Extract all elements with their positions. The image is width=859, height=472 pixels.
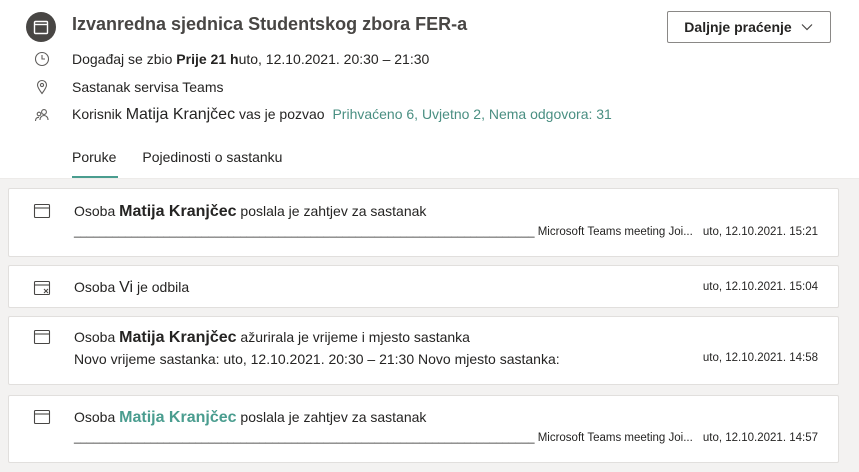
message-action: poslala je zahtjev za sastanak <box>236 203 427 219</box>
message-action: poslala je zahtjev za sastanak <box>236 409 427 425</box>
message-timestamp: uto, 12.10.2021. 14:57 <box>702 432 818 444</box>
calendar-declined-icon <box>33 280 51 296</box>
clock-icon <box>33 50 51 68</box>
meeting-time: Događaj se zbio Prije 21 huto, 12.10.202… <box>72 51 429 67</box>
time-prefix: Događaj se zbio <box>72 51 177 67</box>
message-prefix: Osoba <box>74 409 120 425</box>
calendar-icon <box>33 203 51 219</box>
meeting-organizer: Korisnik Matija Kranjčec vas je pozvao P… <box>72 106 612 124</box>
message-action: je odbila <box>133 279 190 295</box>
rsvp-summary-link[interactable]: Prihvaćeno 6, Uvjetno 2, Nema odgovora: … <box>332 106 611 122</box>
time-relative: Prije 21 h <box>176 51 239 67</box>
message-actor[interactable]: Vi <box>119 279 133 296</box>
follow-button-label: Daljnje praćenje <box>684 19 792 35</box>
organizer-name[interactable]: Matija Kranjčec <box>126 106 235 123</box>
message-card[interactable]: Osoba Vi je odbila uto, 12.10.2021. 15:0… <box>8 265 839 308</box>
tab-messages[interactable]: Poruke <box>72 144 119 178</box>
message-summary: Osoba Matija Kranjčec ažurirala je vrije… <box>74 329 470 347</box>
message-feed: Osoba Matija Kranjčec poslala je zahtjev… <box>0 179 859 472</box>
message-action: ažurirala je vrijeme i mjesto sastanka <box>236 329 470 345</box>
meeting-tabs: Poruke Pojedinosti o sastanku <box>72 144 282 178</box>
message-prefix: Osoba <box>74 329 120 345</box>
location-pin-icon <box>33 78 51 96</box>
message-card[interactable]: Osoba Matija Kranjčec poslala je zahtjev… <box>8 188 839 257</box>
message-summary: Osoba Matija Kranjčec poslala je zahtjev… <box>74 409 426 427</box>
message-actor[interactable]: Matija Kranjčec <box>119 409 236 426</box>
message-summary: Osoba Matija Kranjčec poslala je zahtjev… <box>74 203 426 221</box>
message-detail: ________________________________________… <box>74 432 693 444</box>
follow-dropdown-button[interactable]: Daljnje praćenje <box>667 11 831 43</box>
calendar-icon <box>33 409 51 425</box>
message-timestamp: uto, 12.10.2021. 15:04 <box>702 281 818 293</box>
message-detail: ________________________________________… <box>74 226 693 238</box>
meeting-title: Izvanredna sjednica Studentskog zbora FE… <box>72 14 468 34</box>
message-card[interactable]: Osoba Matija Kranjčec poslala je zahtjev… <box>8 395 839 463</box>
message-prefix: Osoba <box>74 203 120 219</box>
meeting-location: Sastanak servisa Teams <box>72 79 224 95</box>
people-icon <box>33 106 51 124</box>
organizer-suffix: vas je pozvao <box>235 106 325 122</box>
message-actor[interactable]: Matija Kranjčec <box>119 203 236 220</box>
meeting-header: Izvanredna sjednica Studentskog zbora FE… <box>0 0 859 180</box>
message-timestamp: uto, 12.10.2021. 15:21 <box>702 226 818 238</box>
organizer-prefix: Korisnik <box>72 106 126 122</box>
meeting-calendar-icon <box>26 12 56 42</box>
calendar-icon <box>33 329 51 345</box>
time-range: uto, 12.10.2021. 20:30 – 21:30 <box>238 51 430 67</box>
message-timestamp: uto, 12.10.2021. 14:58 <box>702 352 818 364</box>
message-card[interactable]: Osoba Matija Kranjčec ažurirala je vrije… <box>8 316 839 385</box>
message-detail: Novo vrijeme sastanka: uto, 12.10.2021. … <box>74 351 560 367</box>
message-summary: Osoba Vi je odbila <box>74 279 189 297</box>
tab-meeting-details[interactable]: Pojedinosti o sastanku <box>142 144 282 178</box>
message-prefix: Osoba <box>74 279 120 295</box>
message-actor[interactable]: Matija Kranjčec <box>119 329 236 346</box>
chevron-down-icon <box>801 24 813 31</box>
